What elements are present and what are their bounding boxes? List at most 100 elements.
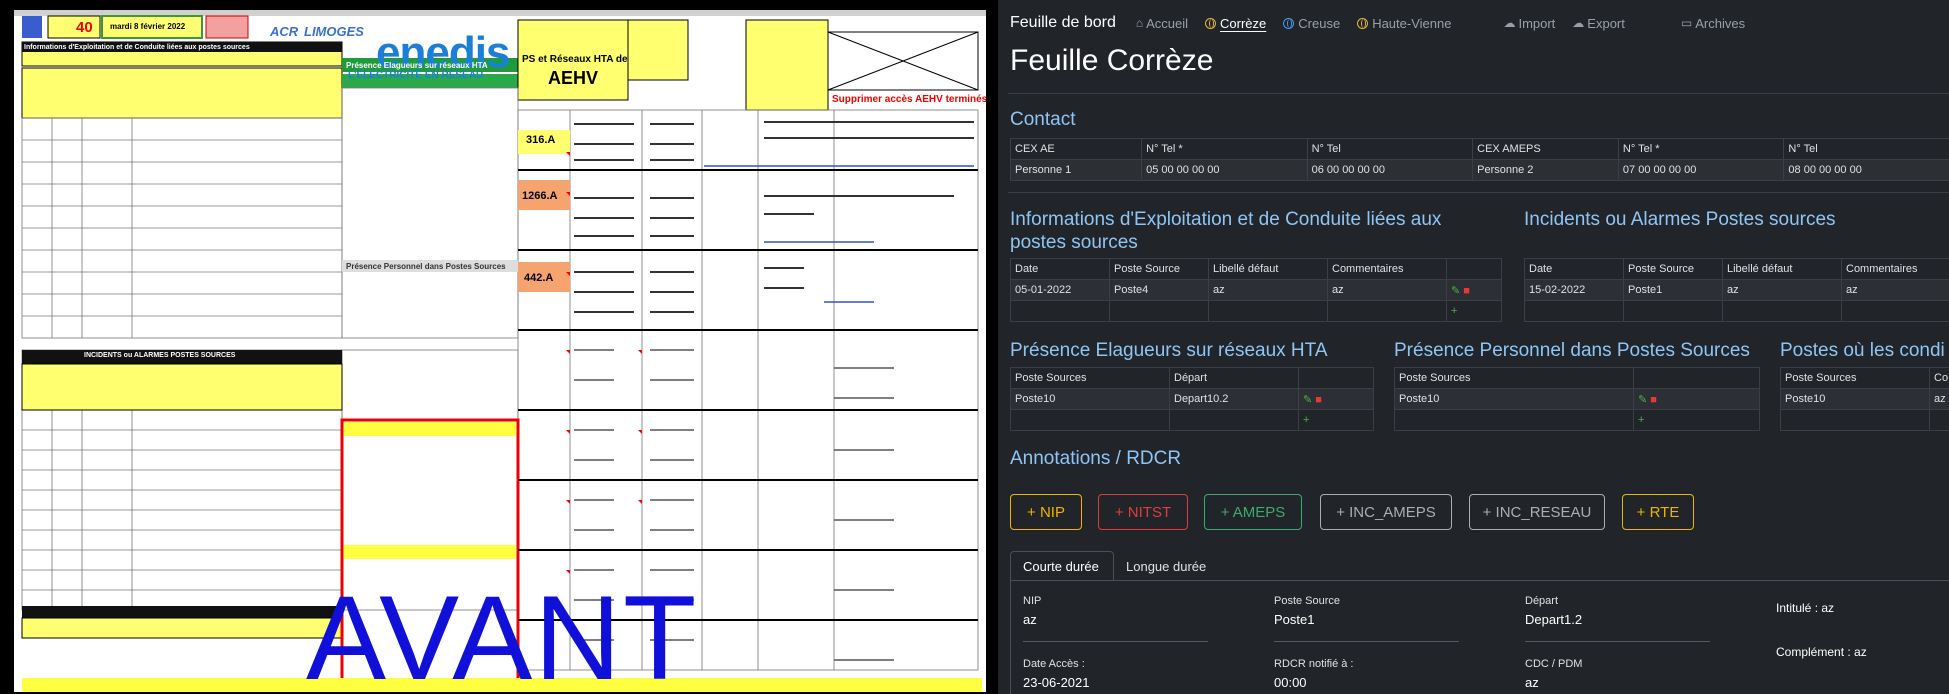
col-header: CEX AMEPS <box>1472 138 1619 160</box>
cell: az <box>1722 279 1842 301</box>
nip-value[interactable]: az <box>1023 612 1037 627</box>
col-header: Co <box>1929 367 1949 389</box>
add-icon[interactable]: + <box>1446 300 1502 322</box>
col-header: Poste Source <box>1109 258 1209 280</box>
limoges-label: LIMOGES <box>304 24 364 39</box>
cell: 08 00 00 00 00 <box>1783 159 1949 181</box>
field-underline <box>1525 641 1710 642</box>
postes-table: Poste Sources Co Poste10 az <box>1780 367 1949 431</box>
divider <box>1008 192 1949 193</box>
add-inc-ameps-button[interactable]: + INC_AMEPS <box>1320 494 1452 530</box>
nav-correze[interactable]: Corrèze <box>1205 16 1266 31</box>
col-header: Commentaires <box>1327 258 1447 280</box>
exploitation-title: Informations d'Exploitation et de Condui… <box>1010 209 1442 253</box>
col-header: CEX AE <box>1009 138 1143 160</box>
code-2: 1266.A <box>522 190 558 202</box>
trash-icon[interactable]: ■ <box>1650 394 1657 406</box>
nav-creuse[interactable]: Creuse <box>1283 16 1340 31</box>
add-nip-button[interactable]: + NIP <box>1010 494 1082 530</box>
add-rte-button[interactable]: + RTE <box>1622 494 1694 530</box>
row-actions: ✎ ■ <box>1633 388 1760 410</box>
table-row[interactable]: Poste10 az <box>1780 388 1949 410</box>
col-header-actions <box>1298 367 1374 389</box>
nav-import[interactable]: ☁ Import <box>1503 16 1555 31</box>
tab-longue-duree[interactable]: Longue durée <box>1114 551 1226 581</box>
edit-icon[interactable]: ✎ <box>1451 285 1460 297</box>
table-header-row: Poste Sources <box>1394 367 1760 389</box>
brand[interactable]: Feuille de bord <box>1010 14 1116 32</box>
add-icon[interactable]: + <box>1633 409 1760 431</box>
personnel-title: Présence Personnel dans Postes Sources <box>1394 340 1750 361</box>
table-header-row: CEX AE N° Tel * N° Tel CEX AMEPS N° Tel … <box>1009 138 1949 160</box>
table-header-row: Poste Sources Départ <box>1010 367 1374 389</box>
col-header: N° Tel * <box>1141 138 1308 160</box>
col-header: N° Tel <box>1306 138 1474 160</box>
col-header: Départ <box>1169 367 1299 389</box>
col-header: Commentaires <box>1841 258 1949 280</box>
nip-label: NIP <box>1023 595 1042 607</box>
add-icon[interactable]: + <box>1298 409 1374 431</box>
table-row[interactable]: 05-01-2022 Poste4 az az ✎ ■ <box>1010 279 1502 301</box>
cell: 15-02-2022 <box>1524 279 1624 301</box>
poste-source-label: Poste Source <box>1274 595 1341 607</box>
table-row[interactable]: Poste10 ✎ ■ <box>1394 388 1760 410</box>
add-ameps-button[interactable]: + AMEPS <box>1204 494 1302 530</box>
cell: Personne 1 <box>1009 159 1143 181</box>
trash-icon[interactable]: ■ <box>1463 285 1470 297</box>
archive-icon: ▭ <box>1680 16 1693 30</box>
field-underline <box>1274 641 1459 642</box>
nav-archives[interactable]: ▭ Archives <box>1681 16 1745 31</box>
cell: Depart10.2 <box>1169 388 1299 410</box>
cdc-pdm-value[interactable]: az <box>1525 675 1539 690</box>
section-exploitation: Informations d'Exploitation et de Condui… <box>24 44 250 51</box>
col-header: Date <box>1524 258 1624 280</box>
depart-value[interactable]: Depart1.2 <box>1525 612 1582 627</box>
incidents-table: Date Poste Source Libellé défaut Comment… <box>1524 258 1949 322</box>
table-row[interactable]: 15-02-2022 Poste1 az az <box>1524 279 1949 301</box>
edit-icon[interactable]: ✎ <box>1303 394 1312 406</box>
nav-accueil[interactable]: ⌂ Accueil <box>1136 16 1188 31</box>
nav-label: Archives <box>1695 15 1746 31</box>
col-header: Poste Sources <box>1780 367 1930 389</box>
annotations-title: Annotations / RDCR <box>1010 448 1182 469</box>
section-incidents: INCIDENTS ou ALARMES POSTES SOURCES <box>84 352 236 359</box>
date-acces-value[interactable]: 23-06-2021 <box>1023 675 1090 690</box>
col-header-actions <box>1633 367 1760 389</box>
divider <box>1008 93 1949 94</box>
cell: 07 00 00 00 00 <box>1617 159 1785 181</box>
col-header: Libellé défaut <box>1208 258 1328 280</box>
cell: Poste10 <box>1010 388 1170 410</box>
postes-title: Postes où les condi <box>1780 340 1945 361</box>
row-actions: ✎ ■ <box>1446 279 1502 301</box>
col-header-actions <box>1446 258 1502 280</box>
cell: Poste4 <box>1109 279 1209 301</box>
table-row[interactable]: Poste10 Depart10.2 ✎ ■ <box>1010 388 1374 410</box>
trash-icon[interactable]: ■ <box>1315 394 1322 406</box>
avant-spreadsheet: 40 mardi 8 février 2022 ACR LIMOGES Info… <box>14 10 986 692</box>
add-nitst-button[interactable]: + NITST <box>1098 494 1188 530</box>
cell: az <box>1208 279 1328 301</box>
cell: 06 00 00 00 00 <box>1306 159 1474 181</box>
date-acces-label: Date Accès : <box>1023 658 1085 670</box>
table-row[interactable]: Personne 1 05 00 00 00 00 06 00 00 00 00… <box>1009 159 1949 181</box>
cell: Poste10 <box>1780 388 1930 410</box>
cell: az <box>1841 279 1949 301</box>
contact-table: CEX AE N° Tel * N° Tel CEX AMEPS N° Tel … <box>1009 138 1949 181</box>
col-header: N° Tel <box>1783 138 1949 160</box>
rdcr-value[interactable]: 00:00 <box>1274 675 1307 690</box>
poste-source-value[interactable]: Poste1 <box>1274 612 1314 627</box>
nav-label: Export <box>1587 15 1625 31</box>
edit-icon[interactable]: ✎ <box>1638 394 1647 406</box>
tab-courte-duree[interactable]: Courte durée <box>1010 551 1114 581</box>
depart-label: Départ <box>1525 595 1559 607</box>
add-inc-reseau-button[interactable]: + INC_RESEAU <box>1469 494 1605 530</box>
add-row: + <box>1010 409 1374 431</box>
nav-label: Import <box>1518 15 1556 31</box>
table-header-row: Date Poste Source Libellé défaut Comment… <box>1010 258 1502 280</box>
row-actions: ✎ ■ <box>1298 388 1374 410</box>
add-row <box>1524 300 1949 322</box>
table-header-row: Poste Sources Co <box>1780 367 1949 389</box>
page-title: Feuille Corrèze <box>1010 44 1214 77</box>
nav-export[interactable]: ☁ Export <box>1572 16 1625 31</box>
nav-haute-vienne[interactable]: Haute-Vienne <box>1357 16 1451 31</box>
